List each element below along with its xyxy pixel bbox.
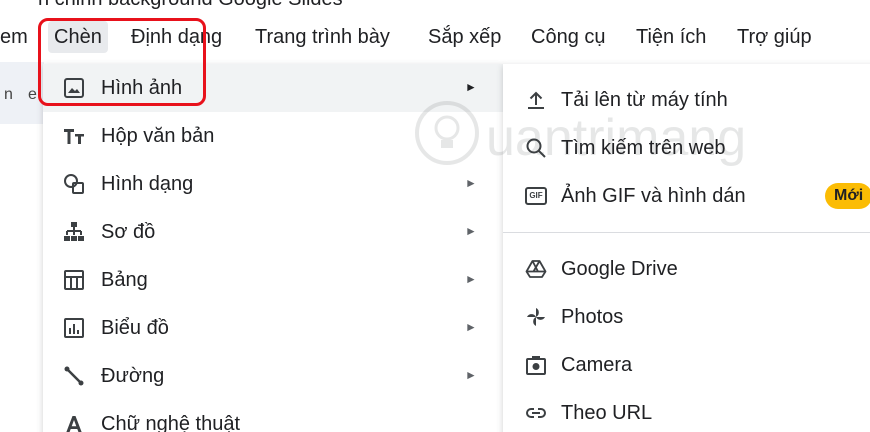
submenu-arrow-icon: ►: [465, 368, 477, 382]
search-icon: [525, 137, 547, 159]
menu-item-label: Chữ nghệ thuật: [101, 413, 241, 432]
line-icon: [63, 365, 85, 387]
insert-menu-item-diagram[interactable]: Sơ đồ ►: [43, 208, 503, 256]
menu-item-label: Theo URL: [561, 402, 653, 424]
menu-item-label: Hình dạng: [101, 173, 194, 195]
image-submenu: Tải lên từ máy tính Tìm kiếm trên web GI…: [503, 64, 870, 432]
menu-item-label: Biểu đồ: [101, 317, 169, 339]
insert-menu: Hình ảnh ► Hộp văn bản Hình dạng ► Sơ đồ…: [43, 64, 503, 432]
image-submenu-item-google-drive[interactable]: Google Drive: [503, 245, 870, 293]
menu-item-tools[interactable]: Công cụ: [531, 25, 606, 49]
menu-item-help[interactable]: Trợ giúp: [737, 25, 812, 49]
toolbar-fragment: n: [4, 86, 13, 103]
insert-menu-item-shapes[interactable]: Hình dạng ►: [43, 160, 503, 208]
gif-icon-text: GIF: [525, 187, 547, 205]
menu-item-label: Google Drive: [561, 258, 678, 280]
google-photos-icon: [525, 306, 547, 328]
word-art-icon: [63, 413, 85, 432]
image-submenu-item-camera[interactable]: Camera: [503, 341, 870, 389]
insert-menu-item-table[interactable]: Bảng ►: [43, 256, 503, 304]
document-title: n chỉnh background Google Slides: [0, 0, 870, 12]
image-submenu-item-gif[interactable]: GIF Ảnh GIF và hình dán Mới: [503, 172, 870, 220]
image-submenu-item-photos[interactable]: Photos: [503, 293, 870, 341]
annotation-highlight-box: [38, 18, 206, 106]
image-submenu-item-search-web[interactable]: Tìm kiếm trên web: [503, 124, 870, 172]
submenu-arrow-icon: ►: [465, 80, 477, 94]
menu-item-label: Ảnh GIF và hình dán: [561, 185, 746, 207]
menu-item-label: Đường: [101, 365, 165, 387]
submenu-arrow-icon: ►: [465, 176, 477, 190]
menu-item-label: Photos: [561, 306, 624, 328]
diagram-icon: [63, 221, 85, 243]
menu-item-label: Tải lên từ máy tính: [561, 89, 728, 111]
document-title-text: n chỉnh background Google Slides: [38, 0, 343, 11]
camera-icon: [525, 354, 547, 376]
menu-item-extensions[interactable]: Tiện ích: [636, 25, 706, 49]
insert-menu-item-text-box[interactable]: Hộp văn bản: [43, 112, 503, 160]
insert-menu-item-line[interactable]: Đường ►: [43, 352, 503, 400]
image-submenu-item-by-url[interactable]: Theo URL: [503, 389, 870, 432]
submenu-arrow-icon: ►: [465, 224, 477, 238]
insert-menu-item-chart[interactable]: Biểu đồ ►: [43, 304, 503, 352]
table-icon: [63, 269, 85, 291]
shapes-icon: [63, 173, 85, 195]
menu-item-view[interactable]: em: [0, 25, 28, 49]
gif-icon: GIF: [525, 185, 547, 207]
google-drive-icon: [525, 258, 547, 280]
toolbar-fragment: e: [28, 86, 37, 103]
new-badge: Mới: [825, 183, 870, 209]
submenu-arrow-icon: ►: [465, 320, 477, 334]
menu-item-slide[interactable]: Trang trình bày: [255, 25, 390, 49]
menu-item-label: Camera: [561, 354, 633, 376]
menu-item-label: Sơ đồ: [101, 221, 156, 243]
upload-icon: [525, 89, 547, 111]
menu-item-label: Tìm kiếm trên web: [561, 137, 726, 159]
link-icon: [525, 402, 547, 424]
image-submenu-item-upload[interactable]: Tải lên từ máy tính: [503, 76, 870, 124]
submenu-arrow-icon: ►: [465, 272, 477, 286]
menu-item-label: Bảng: [101, 269, 148, 291]
text-box-icon: [63, 125, 85, 147]
menu-divider: [503, 232, 870, 233]
menu-item-arrange[interactable]: Sắp xếp: [428, 25, 501, 49]
menu-item-label: Hộp văn bản: [101, 125, 215, 147]
chart-icon: [63, 317, 85, 339]
insert-menu-item-word-art[interactable]: Chữ nghệ thuật: [43, 400, 503, 432]
